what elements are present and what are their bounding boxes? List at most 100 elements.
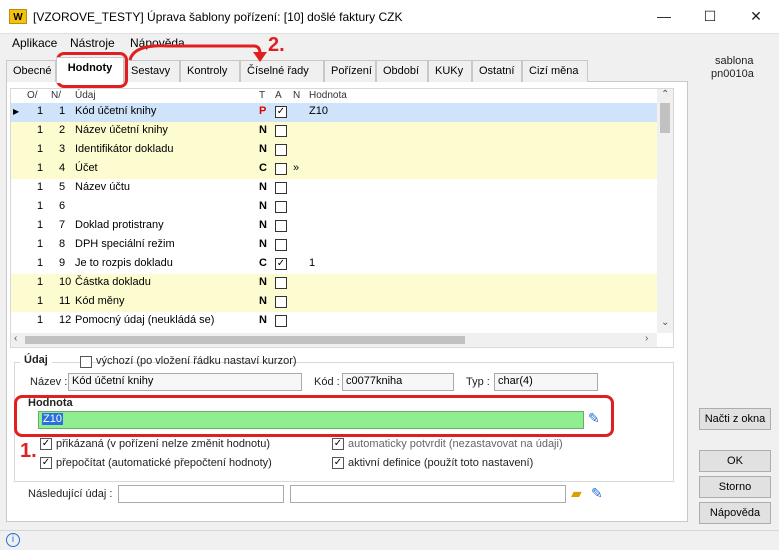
cell-o: 1 (37, 295, 44, 307)
row-active-checkbox[interactable] (275, 220, 287, 232)
cell-n: 3 (59, 143, 66, 155)
header-ni: N/ (51, 90, 61, 101)
annotation-number-1: 1. (20, 440, 37, 462)
menu-aplikace[interactable]: Aplikace (12, 36, 57, 50)
cell-t: N (259, 238, 267, 250)
scroll-right-icon[interactable]: › (645, 333, 648, 344)
cell-hodnota: Z10 (309, 105, 328, 117)
row-active-checkbox[interactable] (275, 315, 287, 327)
header-oi: O/ (27, 90, 38, 101)
kod-label: Kód : (314, 376, 340, 388)
header-a: A (275, 90, 282, 101)
row-active-checkbox[interactable] (275, 182, 287, 194)
tab-obecne[interactable]: Obecné (6, 60, 56, 82)
cell-o: 1 (37, 124, 44, 136)
prepocitat-checkbox[interactable]: ✓ (40, 457, 52, 469)
template-label: sablona (715, 55, 754, 67)
table-row[interactable]: 1 4 Účet C » (11, 160, 657, 179)
row-active-checkbox[interactable] (275, 125, 287, 137)
cell-udaj: Je to rozpis dokladu (75, 257, 173, 269)
tab-ostatni[interactable]: Ostatní (472, 60, 522, 82)
cell-t: N (259, 143, 267, 155)
grid-horizontal-scrollbar[interactable]: ‹ › (11, 333, 657, 347)
cell-t: C (259, 257, 267, 269)
next-field-2[interactable] (290, 485, 566, 503)
table-row[interactable]: 1 2 Název účetní knihy N (11, 122, 657, 141)
tab-obdobi[interactable]: Období (376, 60, 428, 82)
prikazana-checkbox[interactable]: ✓ (40, 438, 52, 450)
cell-t: P (259, 105, 267, 117)
table-row[interactable]: 1 3 Identifikátor dokladu N (11, 141, 657, 160)
potvrdit-label: automaticky potvrdit (nezastavovat na úd… (348, 438, 563, 450)
row-active-checkbox[interactable] (275, 277, 287, 289)
default-checkbox-label: výchozí (po vložení řádku nastaví kurzor… (96, 355, 297, 367)
cancel-button[interactable]: Storno (699, 476, 771, 498)
status-bar: i (0, 530, 779, 550)
maximize-button[interactable]: ☐ (687, 0, 733, 33)
scroll-up-icon[interactable]: ⌃ (661, 89, 669, 100)
aktivni-label: aktivní definice (použít toto nastavení) (348, 457, 534, 469)
row-active-checkbox[interactable]: ✓ (275, 258, 287, 270)
menu-nastroje[interactable]: Nástroje (70, 36, 115, 50)
tab-kuky[interactable]: KUKy (428, 60, 472, 82)
cell-t: N (259, 295, 267, 307)
horizontal-scroll-thumb[interactable] (25, 336, 465, 344)
row-active-checkbox[interactable] (275, 239, 287, 251)
table-row[interactable]: 1 9 Je to rozpis dokladu C ✓ 1 (11, 255, 657, 274)
window-title: [VZOROVE_TESTY] Úprava šablony pořízení:… (33, 10, 403, 24)
next-field-1[interactable] (118, 485, 284, 503)
potvrdit-checkbox[interactable]: ✓ (332, 438, 344, 450)
grid-vertical-scrollbar[interactable]: ⌃ ⌄ (657, 89, 673, 333)
aktivni-checkbox[interactable]: ✓ (332, 457, 344, 469)
scroll-down-icon[interactable]: ⌄ (661, 317, 669, 328)
header-udaj: Údaj (75, 90, 96, 101)
table-row[interactable]: 1 6 N (11, 198, 657, 217)
annotation-number-2: 2. (268, 34, 285, 56)
cell-n: 1 (59, 105, 66, 117)
next-label: Následující údaj : (28, 488, 113, 500)
info-icon[interactable]: i (6, 533, 20, 547)
cell-o: 1 (37, 276, 44, 288)
row-active-checkbox[interactable] (275, 163, 287, 175)
cell-udaj: Částka dokladu (75, 276, 151, 288)
prepocitat-label: přepočítat (automatické přepočtení hodno… (56, 457, 272, 469)
kod-field: c0077kniha (342, 373, 454, 391)
row-active-checkbox[interactable]: ✓ (275, 106, 287, 118)
row-active-checkbox[interactable] (275, 201, 287, 213)
row-active-checkbox[interactable] (275, 144, 287, 156)
cell-n: 9 (59, 257, 66, 269)
cell-o: 1 (37, 219, 44, 231)
close-button[interactable]: ✕ (733, 0, 779, 33)
table-row[interactable]: 1 10 Částka dokladu N (11, 274, 657, 293)
scroll-left-icon[interactable]: ‹ (14, 333, 17, 344)
annotation-box-hodnota-field (14, 395, 614, 437)
table-row[interactable]: 1 11 Kód měny N (11, 293, 657, 312)
row-active-checkbox[interactable] (275, 296, 287, 308)
cell-o: 1 (37, 257, 44, 269)
cell-o: 1 (37, 238, 44, 250)
cell-n: 11 (59, 295, 71, 307)
table-row[interactable]: 1 5 Název účtu N (11, 179, 657, 198)
table-row[interactable]: ▶ 1 1 Kód účetní knihy P ✓ Z10 (11, 103, 657, 122)
cell-n: 12 (59, 314, 72, 326)
minimize-button[interactable]: — (641, 0, 687, 33)
values-grid[interactable]: O/ N/ Údaj T A N Hodnota ▶ 1 1 Kód účetní k… (10, 88, 674, 348)
header-n: N (293, 90, 301, 101)
tab-hodnoty[interactable]: Hodnoty (56, 57, 124, 83)
table-row[interactable]: 1 8 DPH speciální režim N (11, 236, 657, 255)
edit-next-icon[interactable]: ✎ (591, 485, 603, 502)
cell-udaj: DPH speciální režim (75, 238, 175, 250)
load-from-window-button[interactable]: Načti z okna (699, 408, 771, 430)
table-row[interactable]: 1 12 Pomocný údaj (neukládá se) N (11, 312, 657, 331)
default-checkbox[interactable] (80, 356, 92, 368)
tab-cizi-mena[interactable]: Cizí měna (522, 60, 588, 82)
table-row[interactable]: 1 7 Doklad protistrany N (11, 217, 657, 236)
tab-porizeni[interactable]: Pořízení (324, 60, 376, 82)
vertical-scroll-thumb[interactable] (660, 103, 670, 133)
cell-hodnota: 1 (309, 257, 316, 269)
ok-button[interactable]: OK (699, 450, 771, 472)
folder-icon[interactable]: ▰ (571, 485, 582, 502)
cell-extra: » (293, 162, 300, 174)
cell-n: 10 (59, 276, 72, 288)
help-button[interactable]: Nápověda (699, 502, 771, 524)
